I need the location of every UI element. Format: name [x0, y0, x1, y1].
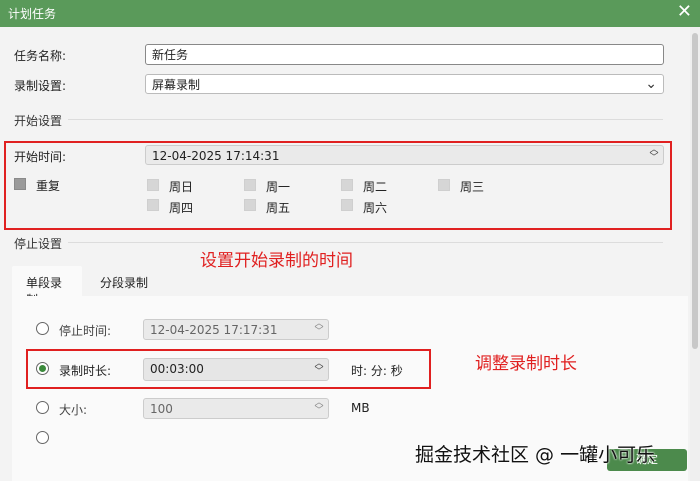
start-annotation: 设置开始录制的时间	[200, 251, 353, 271]
stop-time-radio[interactable]	[36, 322, 49, 335]
scrollbar-thumb[interactable]	[692, 33, 698, 349]
size-label: 大小:	[59, 403, 88, 417]
scrollbar[interactable]	[690, 27, 700, 481]
stop-time-picker[interactable]: 12-04-2025 17:17:31 ︿ ﹀	[143, 319, 329, 340]
stop-section-label: 停止设置	[14, 237, 63, 251]
tab-single-segment[interactable]: 单段录制	[12, 266, 82, 307]
task-name-value: 新任务	[152, 48, 189, 62]
chevron-down-icon: ⌄	[645, 76, 657, 92]
spin-down-icon[interactable]: ﹀	[314, 407, 324, 416]
size-unit: MB	[351, 401, 370, 415]
task-name-input[interactable]: 新任务	[145, 44, 664, 65]
size-spinner[interactable]: ︿ ﹀	[314, 399, 324, 416]
start-section-divider	[68, 119, 663, 120]
spin-down-icon[interactable]: ﹀	[314, 328, 324, 337]
watermark: 掘金技术社区 @ 一罐小可乐	[415, 444, 656, 466]
record-setting-select[interactable]: 屏幕录制 ⌄	[145, 74, 664, 94]
stop-time-value: 12-04-2025 17:17:31	[150, 323, 278, 337]
start-section-label: 开始设置	[14, 114, 63, 128]
close-icon[interactable]: ✕	[677, 2, 692, 22]
size-input[interactable]: 100 ︿ ﹀	[143, 398, 329, 419]
stop-section-divider	[68, 242, 663, 243]
tab-multi-segment[interactable]: 分段录制	[86, 266, 166, 296]
size-value: 100	[150, 402, 173, 416]
task-name-label: 任务名称:	[14, 49, 67, 63]
stop-time-label: 停止时间:	[59, 324, 112, 338]
stop-time-spinner[interactable]: ︿ ﹀	[314, 320, 324, 337]
record-setting-value: 屏幕录制	[152, 78, 201, 92]
title-bar: 计划任务 ✕	[0, 0, 700, 27]
duration-highlight-box	[26, 349, 431, 389]
record-setting-label: 录制设置:	[14, 79, 67, 93]
window-title: 计划任务	[8, 7, 57, 21]
next-option-radio[interactable]	[36, 431, 49, 444]
duration-annotation: 调整录制时长	[475, 354, 577, 374]
size-radio[interactable]	[36, 401, 49, 414]
start-highlight-box	[4, 141, 672, 230]
